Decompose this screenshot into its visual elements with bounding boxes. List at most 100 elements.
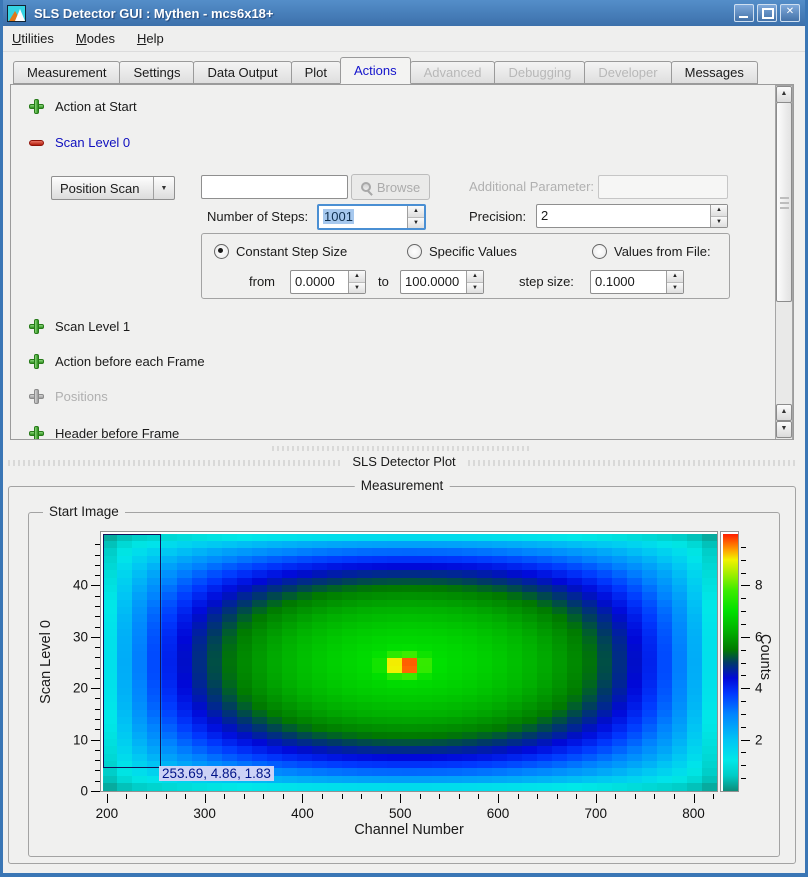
- axis-tick: [263, 794, 264, 799]
- maximize-button[interactable]: [757, 4, 777, 22]
- collapse-minus-icon[interactable]: [29, 135, 44, 150]
- menu-utilities[interactable]: Utilities: [2, 28, 64, 49]
- scan-level-0-row[interactable]: Scan Level 0: [29, 132, 130, 152]
- colorbar-tick-label: 4: [755, 681, 763, 696]
- precision-down-icon[interactable]: ▼: [711, 217, 727, 228]
- axis-tick: [107, 794, 108, 803]
- scan-mode-combobox[interactable]: Position Scan ▼: [51, 176, 175, 200]
- scan-level-1-row[interactable]: Scan Level 1: [29, 316, 130, 336]
- scan-mode-value: Position Scan: [52, 181, 153, 196]
- action-before-frame-row[interactable]: Action before each Frame: [29, 351, 205, 371]
- menu-modes[interactable]: Modes: [66, 28, 125, 49]
- precision-spinbox[interactable]: 2 ▲▼: [536, 204, 728, 228]
- scrollbar-thumb[interactable]: [776, 102, 792, 302]
- splitter-handle-top[interactable]: [272, 446, 532, 451]
- axis-tick: [95, 678, 100, 679]
- axis-tick: [615, 794, 616, 799]
- axis-tick: [91, 791, 100, 792]
- expand-plus-icon[interactable]: [29, 426, 44, 441]
- close-button[interactable]: ✕: [780, 4, 800, 22]
- tab-measurement[interactable]: Measurement: [13, 61, 120, 84]
- axis-tick: [741, 560, 746, 561]
- scan-script-input[interactable]: [201, 175, 348, 199]
- axis-tick: [741, 650, 746, 651]
- heatmap-canvas[interactable]: [103, 534, 717, 791]
- axis-tick: [381, 794, 382, 799]
- axis-tick: [95, 606, 100, 607]
- y-tick-label: 10: [48, 732, 88, 747]
- axis-tick: [635, 794, 636, 799]
- tab-actions[interactable]: Actions: [340, 57, 411, 84]
- expand-plus-icon[interactable]: [29, 99, 44, 114]
- title-bar[interactable]: SLS Detector GUI : Mythen - mcs6x18+ ✕: [0, 0, 808, 26]
- step-down-icon[interactable]: ▼: [667, 283, 683, 294]
- scrollbar-up-button[interactable]: ▲: [776, 86, 792, 103]
- zoom-selection-rect: [103, 534, 161, 768]
- app-icon: [7, 5, 26, 22]
- tab-plot[interactable]: Plot: [291, 61, 341, 84]
- additional-parameter-input[interactable]: [598, 175, 728, 199]
- tab-messages[interactable]: Messages: [671, 61, 758, 84]
- header-before-frame-row[interactable]: Header before Frame: [29, 423, 179, 440]
- axis-tick: [205, 794, 206, 803]
- axis-tick: [95, 647, 100, 648]
- expand-plus-icon[interactable]: [29, 354, 44, 369]
- radio-specific-values[interactable]: Specific Values: [407, 243, 517, 259]
- step-mode-groupbox: Constant Step Size Specific Values Value…: [201, 233, 730, 299]
- scrollbar-down-button[interactable]: ▼: [776, 421, 792, 438]
- y-tick-label: 30: [48, 629, 88, 644]
- action-at-start-row[interactable]: Action at Start: [29, 96, 137, 116]
- scan-level-0-label: Scan Level 0: [55, 135, 130, 150]
- precision-label: Precision:: [469, 209, 526, 224]
- menu-help[interactable]: Help: [127, 28, 174, 49]
- axis-tick: [741, 624, 746, 625]
- axis-tick: [459, 794, 460, 799]
- axis-tick: [244, 794, 245, 799]
- precision-value: 2: [537, 205, 710, 227]
- from-spinbox[interactable]: 0.0000 ▲▼: [290, 270, 366, 294]
- step-up-icon[interactable]: ▲: [667, 271, 683, 283]
- browse-button[interactable]: Browse: [351, 174, 430, 200]
- to-down-icon[interactable]: ▼: [467, 283, 483, 294]
- menu-bar: Utilities Modes Help: [0, 26, 808, 52]
- actions-tab-panel: Action at Start Scan Level 0 Position Sc…: [10, 84, 794, 440]
- axis-tick: [95, 729, 100, 730]
- radio-constant-step[interactable]: Constant Step Size: [214, 243, 347, 259]
- axis-tick: [741, 585, 750, 586]
- from-up-icon[interactable]: ▲: [349, 271, 365, 283]
- axis-tick: [322, 794, 323, 799]
- axis-tick: [478, 794, 479, 799]
- axis-tick: [741, 611, 746, 612]
- axis-tick: [146, 794, 147, 799]
- colorbar-tick-label: 6: [755, 629, 763, 644]
- scrollbar-up-button-2[interactable]: ▲: [776, 404, 792, 421]
- radio-icon[interactable]: [407, 244, 422, 259]
- window-border-bottom: [0, 873, 808, 877]
- x-tick-label: 700: [584, 806, 607, 821]
- window-title: SLS Detector GUI : Mythen - mcs6x18+: [34, 6, 274, 21]
- radio-values-from-file[interactable]: Values from File:: [592, 243, 711, 259]
- steps-up-icon[interactable]: ▲: [408, 206, 424, 218]
- colorbar-tick-label: 2: [755, 732, 763, 747]
- radio-icon[interactable]: [214, 244, 229, 259]
- axis-tick: [95, 760, 100, 761]
- axis-tick: [654, 794, 655, 799]
- to-up-icon[interactable]: ▲: [467, 271, 483, 283]
- axis-tick: [713, 794, 714, 799]
- step-size-spinbox[interactable]: 0.1000 ▲▼: [590, 270, 684, 294]
- expand-plus-icon[interactable]: [29, 319, 44, 334]
- axis-tick: [342, 794, 343, 799]
- to-spinbox[interactable]: 100.0000 ▲▼: [400, 270, 484, 294]
- tab-settings[interactable]: Settings: [119, 61, 194, 84]
- steps-spinbox[interactable]: 1001 ▲▼: [317, 204, 426, 230]
- steps-down-icon[interactable]: ▼: [408, 218, 424, 229]
- magnifier-icon: [361, 182, 372, 193]
- tab-bar: MeasurementSettingsData OutputPlotAction…: [13, 58, 757, 84]
- action-before-frame-label: Action before each Frame: [55, 354, 205, 369]
- tab-data-output[interactable]: Data Output: [193, 61, 291, 84]
- precision-up-icon[interactable]: ▲: [711, 205, 727, 217]
- axis-tick: [741, 701, 746, 702]
- radio-icon[interactable]: [592, 244, 607, 259]
- from-down-icon[interactable]: ▼: [349, 283, 365, 294]
- minimize-button[interactable]: [734, 4, 754, 22]
